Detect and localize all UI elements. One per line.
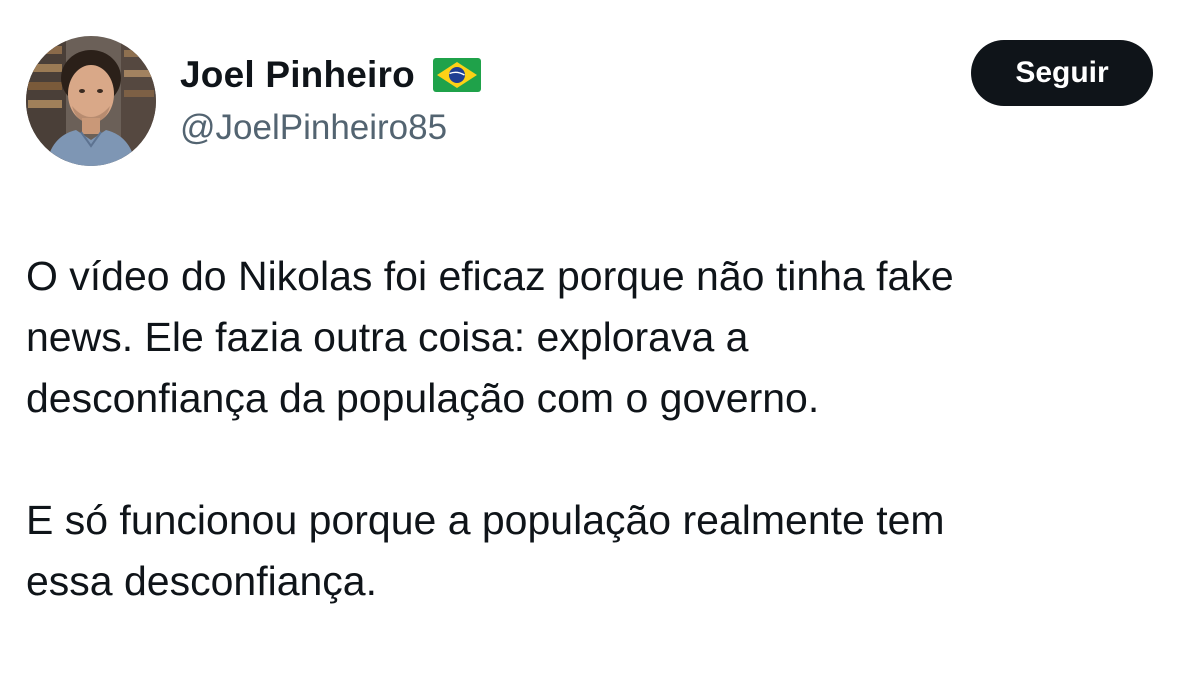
- tweet-line: news. Ele fazia outra coisa: explorava a: [26, 314, 749, 360]
- author-name-row: Joel Pinheiro: [180, 52, 481, 98]
- follow-button[interactable]: Seguir: [971, 40, 1153, 106]
- tweet-line: desconfiança da população com o governo.: [26, 375, 820, 421]
- tweet-card: Joel Pinheiro @JoelPinheiro85 Seguir O v…: [0, 0, 1200, 678]
- tweet-text: O vídeo do Nikolas foi eficaz porque não…: [26, 246, 1186, 612]
- tweet-line: essa desconfiança.: [26, 558, 378, 604]
- brazil-flag-icon: [432, 58, 481, 92]
- tweet-paragraph: O vídeo do Nikolas foi eficaz porque não…: [26, 246, 1186, 429]
- tweet-line: O vídeo do Nikolas foi eficaz porque não…: [26, 253, 954, 299]
- avatar-photo-icon: [26, 36, 156, 166]
- author-handle[interactable]: @JoelPinheiro85: [180, 108, 447, 148]
- tweet-line: E só funcionou porque a população realme…: [26, 497, 945, 543]
- tweet-paragraph: E só funcionou porque a população realme…: [26, 490, 1186, 612]
- avatar[interactable]: [26, 36, 156, 166]
- author-display-name[interactable]: Joel Pinheiro: [180, 54, 415, 96]
